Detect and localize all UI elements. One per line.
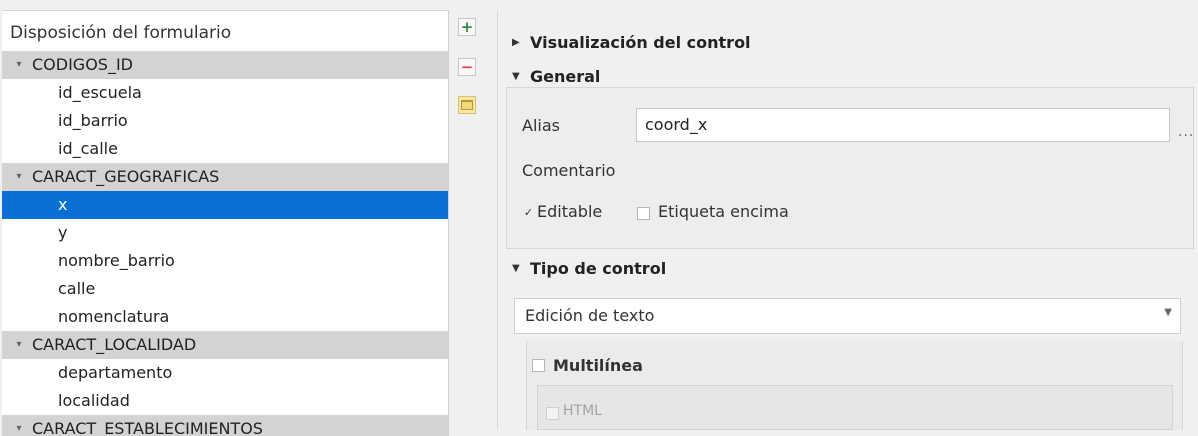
tree-row-label: nomenclatura [58,307,170,326]
expand-arrow-icon[interactable]: ▾ [12,163,26,191]
expression-button[interactable]: ... [1178,124,1194,140]
tree-field-row[interactable]: calle [2,275,448,303]
minus-icon: − [460,57,474,76]
multiline-label: Multilínea [553,356,643,375]
multiline-checkbox[interactable] [532,359,545,372]
section-widget-type[interactable]: ▼ Tipo de control [512,259,666,278]
tree-rows: ▾ CODIGOS_ID id_escuela id_barrio id_calle ▾ C… [2,51,448,436]
section-general-title: General [530,67,601,86]
form-layout-tree[interactable]: Disposición del formulario ▾ CODIGOS_IDid… [2,10,449,436]
field-properties-panel: ▶ Visualización del control ▼ General Al… [497,10,1198,430]
editable-label: Editable [537,202,603,221]
section-widget-type-title: Tipo de control [530,259,667,278]
tree-group-row[interactable]: ▾ CARACT_ESTABLECIMIENTOS [2,415,448,436]
section-general[interactable]: ▼ General [512,67,600,86]
expand-arrow-icon[interactable]: ▾ [12,331,26,359]
folder-icon [461,100,473,110]
chevron-down-icon: ▼ [512,71,520,82]
tree-row-label: localidad [58,391,130,410]
tree-row-label: id_barrio [58,111,128,130]
expand-arrow-icon[interactable]: ▾ [12,51,26,79]
chevron-right-icon: ▶ [512,37,520,48]
tree-field-row[interactable]: id_calle [2,135,448,163]
tree-row-label: CARACT_GEOGRAFICAS [32,167,220,186]
tree-field-row[interactable]: nombre_barrio [2,247,448,275]
remove-field-button[interactable]: − [458,58,476,76]
alias-label: Alias [522,116,560,135]
label-on-top-checkbox[interactable] [637,207,650,220]
add-field-button[interactable]: + [458,18,476,36]
add-container-button[interactable] [458,96,476,114]
tree-field-row[interactable]: id_escuela [2,79,448,107]
section-widget-display-title: Visualización del control [530,33,751,52]
tree-group-row[interactable]: ▾ CARACT_GEOGRAFICAS [2,163,448,191]
widget-type-value: Edición de texto [525,306,655,325]
html-label: HTML [563,403,602,419]
tree-field-row[interactable]: localidad [2,387,448,415]
tree-row-label: departamento [58,363,173,382]
html-checkbox[interactable] [546,407,559,420]
tree-row-label: CODIGOS_ID [32,55,133,74]
tree-field-row[interactable]: id_barrio [2,107,448,135]
tree-row-label: CARACT_ESTABLECIMIENTOS [32,419,263,436]
comment-label: Comentario [522,161,616,180]
tree-row-label: CARACT_LOCALIDAD [32,335,197,354]
check-icon: ✓ [523,206,534,219]
alias-input[interactable]: coord_x [636,108,1170,142]
tree-row-label: id_escuela [58,83,142,102]
tree-header: Disposición del formulario [2,11,448,51]
tree-row-label: calle [58,279,96,298]
section-widget-display[interactable]: ▶ Visualización del control [512,33,751,52]
widget-type-dropdown[interactable]: Edición de texto ▼ [514,298,1181,334]
label-on-top-label: Etiqueta encima [658,202,789,221]
expand-arrow-icon[interactable]: ▾ [12,415,26,436]
tree-field-row[interactable]: y [2,219,448,247]
tree-group-row[interactable]: ▾ CARACT_LOCALIDAD [2,331,448,359]
tree-row-label: id_calle [58,139,118,158]
dropdown-arrow-icon: ▼ [1164,307,1172,318]
tree-field-row[interactable]: nomenclatura [2,303,448,331]
html-box [537,385,1173,430]
tree-group-row[interactable]: ▾ CODIGOS_ID [2,51,448,79]
tree-row-label: nombre_barrio [58,251,175,270]
tree-field-row[interactable]: departamento [2,359,448,387]
editable-checkbox[interactable]: ✓ [522,207,535,220]
plus-icon: + [460,17,474,36]
tree-field-row[interactable]: x [2,191,448,219]
chevron-down-icon: ▼ [512,263,520,274]
tree-row-label: y [58,223,68,242]
tree-row-label: x [58,195,68,214]
